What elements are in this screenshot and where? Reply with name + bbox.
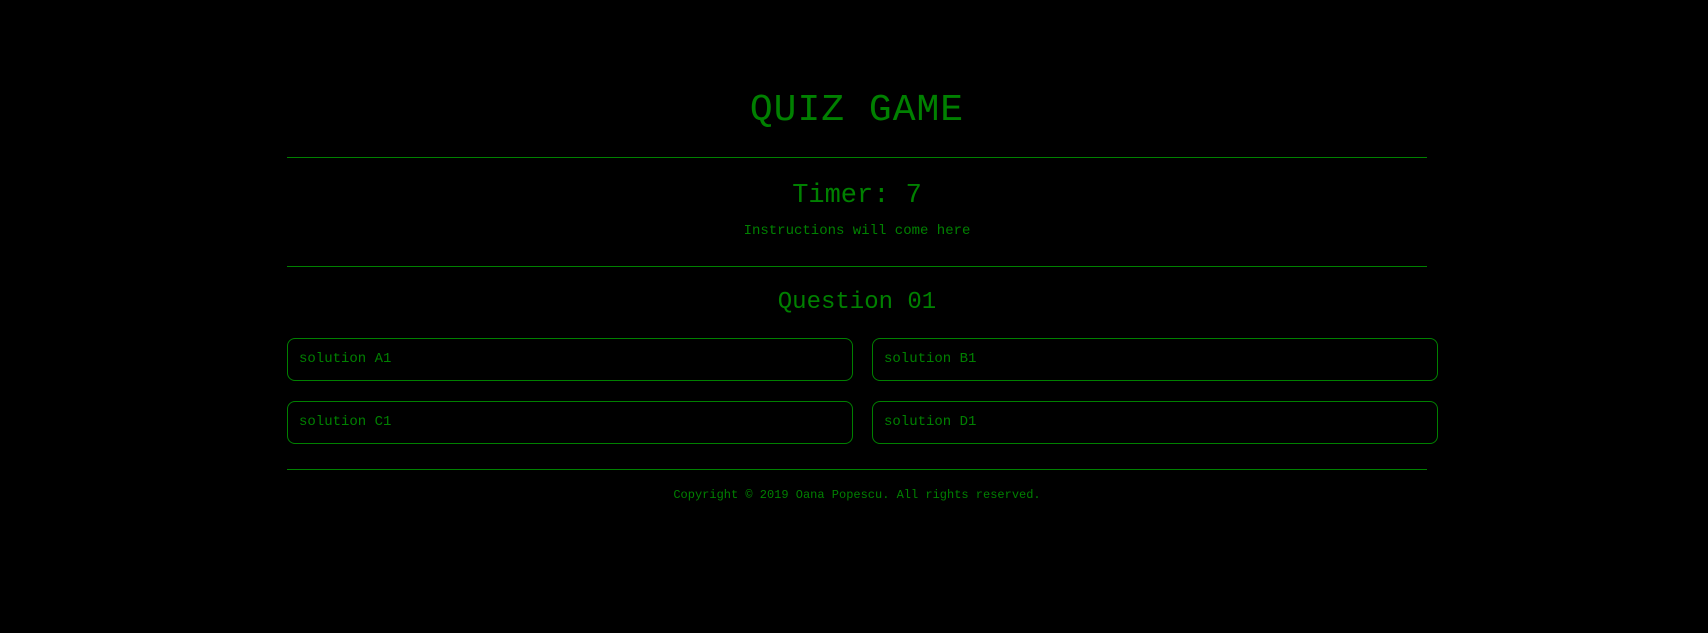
quiz-container: QUIZ GAME Timer: 7 Instructions will com… xyxy=(287,0,1438,502)
question-title: Question 01 xyxy=(777,289,937,316)
page-title: QUIZ GAME xyxy=(749,89,965,132)
instructions-text: Instructions will come here xyxy=(743,223,971,239)
answer-b-button[interactable]: solution B1 xyxy=(872,338,1438,381)
divider-middle xyxy=(287,266,1427,267)
answer-c-button[interactable]: solution C1 xyxy=(287,401,853,444)
divider-top xyxy=(287,157,1427,158)
answer-a-button[interactable]: solution A1 xyxy=(287,338,853,381)
timer-display: Timer: 7 xyxy=(792,181,922,211)
divider-bottom xyxy=(287,469,1427,470)
answer-d-button[interactable]: solution D1 xyxy=(872,401,1438,444)
copyright-footer: Copyright © 2019 Oana Popescu. All right… xyxy=(673,488,1041,502)
